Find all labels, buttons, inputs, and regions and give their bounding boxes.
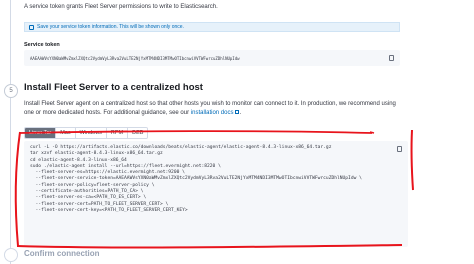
tab-mac[interactable]: Mac (56, 128, 76, 138)
copy-token-icon[interactable] (389, 55, 394, 61)
copy-command-icon[interactable] (397, 146, 402, 152)
description-end: . (239, 109, 242, 116)
section-description: Install Fleet Server agent on a centrali… (24, 100, 404, 117)
service-token-label: Service token (24, 42, 60, 48)
service-token-box: AAEAAWVsYXN0aWMvZmxlZXQtc2VydmVyL3Rva2Vu… (24, 50, 400, 66)
installation-docs-link[interactable]: installation docs (191, 110, 234, 116)
step-6-indicator (4, 248, 18, 262)
code-line: --fleet-server-service-token=AAEAAWVsYXN… (30, 176, 362, 182)
save-token-callout: Save your service token information. Thi… (24, 22, 400, 32)
install-command-block[interactable]: curl -L -O https://artifacts.elastic.co/… (24, 141, 408, 247)
confirm-connection-title: Confirm connection (24, 249, 100, 258)
fleet-server-setup-page: A service token grants Fleet Server perm… (0, 0, 474, 264)
annotation-box-left (14, 131, 21, 247)
info-icon (29, 24, 34, 30)
step-rail (10, 0, 11, 264)
tab-linux-tar[interactable]: Linux Tar (25, 128, 57, 138)
tab-rpm[interactable]: RPM (106, 128, 129, 138)
section-title: Install Fleet Server to a centralized ho… (24, 82, 203, 93)
tab-deb[interactable]: DEB (128, 128, 148, 138)
platform-tabs: Linux Tar Mac Windows RPM DEB (24, 127, 149, 139)
intro-text: A service token grants Fleet Server perm… (24, 4, 218, 10)
code-line: --fleet-server-cert-key=<PATH_TO_FLEET_S… (30, 207, 188, 213)
tab-windows[interactable]: Windows (75, 128, 107, 138)
service-token-value[interactable]: AAEAAWVsYXN0aWMvZmxlZXQtc2VydmVyL3Rva2Vu… (30, 56, 240, 61)
step-5-indicator: 5 (4, 84, 18, 98)
annotation-right-mark-2 (369, 131, 375, 134)
callout-text: Save your service token information. Thi… (37, 24, 184, 30)
annotation-right-mark (410, 129, 414, 191)
